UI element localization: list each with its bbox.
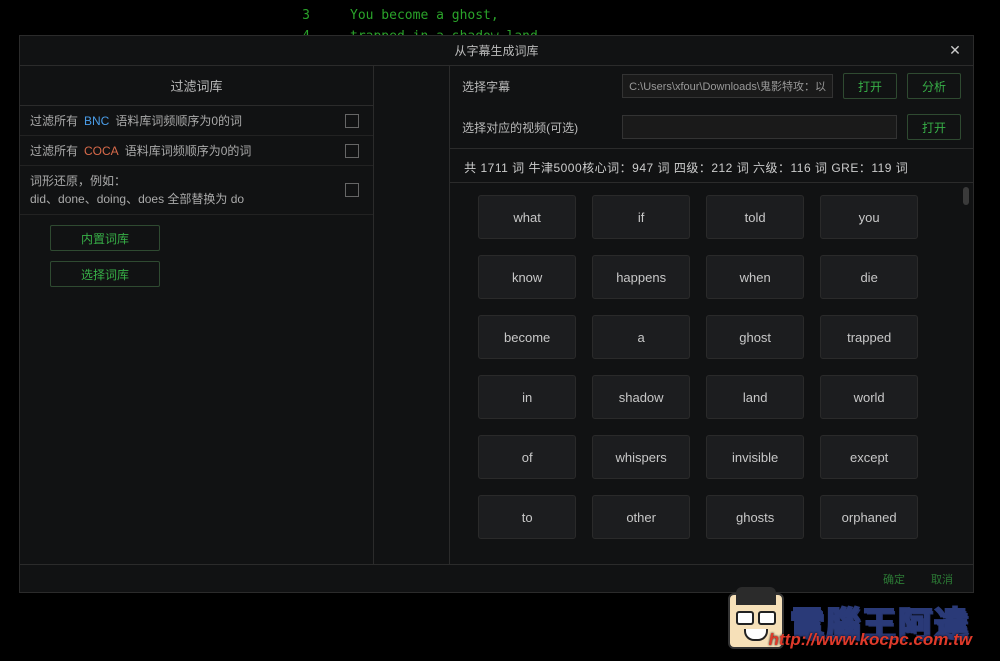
builtin-vocab-button[interactable]: 内置词库 — [50, 225, 160, 251]
word-tile[interactable]: orphaned — [820, 495, 918, 539]
word-tile[interactable]: know — [478, 255, 576, 299]
word-tile[interactable]: of — [478, 435, 576, 479]
video-row: 选择对应的视频(可选) 打开 — [450, 107, 973, 148]
word-tile[interactable]: except — [820, 435, 918, 479]
word-tile[interactable]: when — [706, 255, 804, 299]
word-tile[interactable]: to — [478, 495, 576, 539]
word-tile[interactable]: other — [592, 495, 690, 539]
footer-ok[interactable]: 确定 — [883, 571, 905, 587]
dialog-title: 从字幕生成词库 — [454, 42, 538, 59]
watermark-url: http://www.kocpc.com.tw — [769, 630, 972, 650]
dialog-header: 从字幕生成词库 ✕ — [20, 36, 973, 66]
word-tile[interactable]: shadow — [592, 375, 690, 419]
word-tile[interactable]: whispers — [592, 435, 690, 479]
filter-heading: 过滤词库 — [20, 66, 373, 106]
scrollbar[interactable] — [963, 187, 969, 560]
video-path-input[interactable] — [622, 115, 897, 139]
filter-panel: 过滤词库 过滤所有 BNC 语料库词频顺序为0的词 过滤所有 COCA 语料库词… — [20, 66, 450, 564]
word-tile[interactable]: invisible — [706, 435, 804, 479]
watermark: 電腦王阿達 http://www.kocpc.com.tw — [728, 593, 970, 649]
dialog-footer: 确定 取消 — [20, 564, 973, 592]
word-stats: 共 1711 词 牛津5000核心词：947 词 四级：212 词 六级：116… — [450, 148, 973, 183]
word-tile[interactable]: in — [478, 375, 576, 419]
analyze-button[interactable]: 分析 — [907, 73, 961, 99]
subtitle-row: 选择字幕 C:\Users\xfour\Downloads\鬼影特攻：以 打开 … — [450, 66, 973, 107]
close-icon[interactable]: ✕ — [945, 40, 965, 60]
footer-cancel[interactable]: 取消 — [931, 571, 953, 587]
word-tile[interactable]: if — [592, 195, 690, 239]
open-video-button[interactable]: 打开 — [907, 114, 961, 140]
word-tile[interactable]: land — [706, 375, 804, 419]
filter-row-coca: 过滤所有 COCA 语料库词频顺序为0的词 — [20, 136, 373, 166]
watermark-face-icon — [728, 593, 784, 649]
subtitle-panel: 选择字幕 C:\Users\xfour\Downloads\鬼影特攻：以 打开 … — [450, 66, 973, 564]
watermark-text: 電腦王阿達 — [790, 597, 970, 646]
word-tile[interactable]: trapped — [820, 315, 918, 359]
filter-row-bnc: 过滤所有 BNC 语料库词频顺序为0的词 — [20, 106, 373, 136]
lemma-checkbox[interactable] — [345, 183, 359, 197]
generate-vocab-dialog: 从字幕生成词库 ✕ 过滤词库 过滤所有 BNC 语料库词频顺序为0的词 过滤所有… — [19, 35, 974, 593]
word-tile[interactable]: ghosts — [706, 495, 804, 539]
subtitle-path-input[interactable]: C:\Users\xfour\Downloads\鬼影特攻：以 — [622, 74, 833, 98]
bnc-checkbox[interactable] — [345, 114, 359, 128]
word-tile[interactable]: world — [820, 375, 918, 419]
word-tile[interactable]: become — [478, 315, 576, 359]
word-tile[interactable]: what — [478, 195, 576, 239]
coca-checkbox[interactable] — [345, 144, 359, 158]
word-tile[interactable]: happens — [592, 255, 690, 299]
word-tile[interactable]: you — [820, 195, 918, 239]
word-tile[interactable]: told — [706, 195, 804, 239]
word-tile[interactable]: die — [820, 255, 918, 299]
word-tile[interactable]: a — [592, 315, 690, 359]
open-subtitle-button[interactable]: 打开 — [843, 73, 897, 99]
select-vocab-button[interactable]: 选择词库 — [50, 261, 160, 287]
filter-row-lemma: 词形还原，例如： did、done、doing、does 全部替换为 do — [20, 166, 373, 215]
word-grid: whatiftoldyouknowhappenswhendiebecomeagh… — [478, 195, 955, 539]
word-tile[interactable]: ghost — [706, 315, 804, 359]
